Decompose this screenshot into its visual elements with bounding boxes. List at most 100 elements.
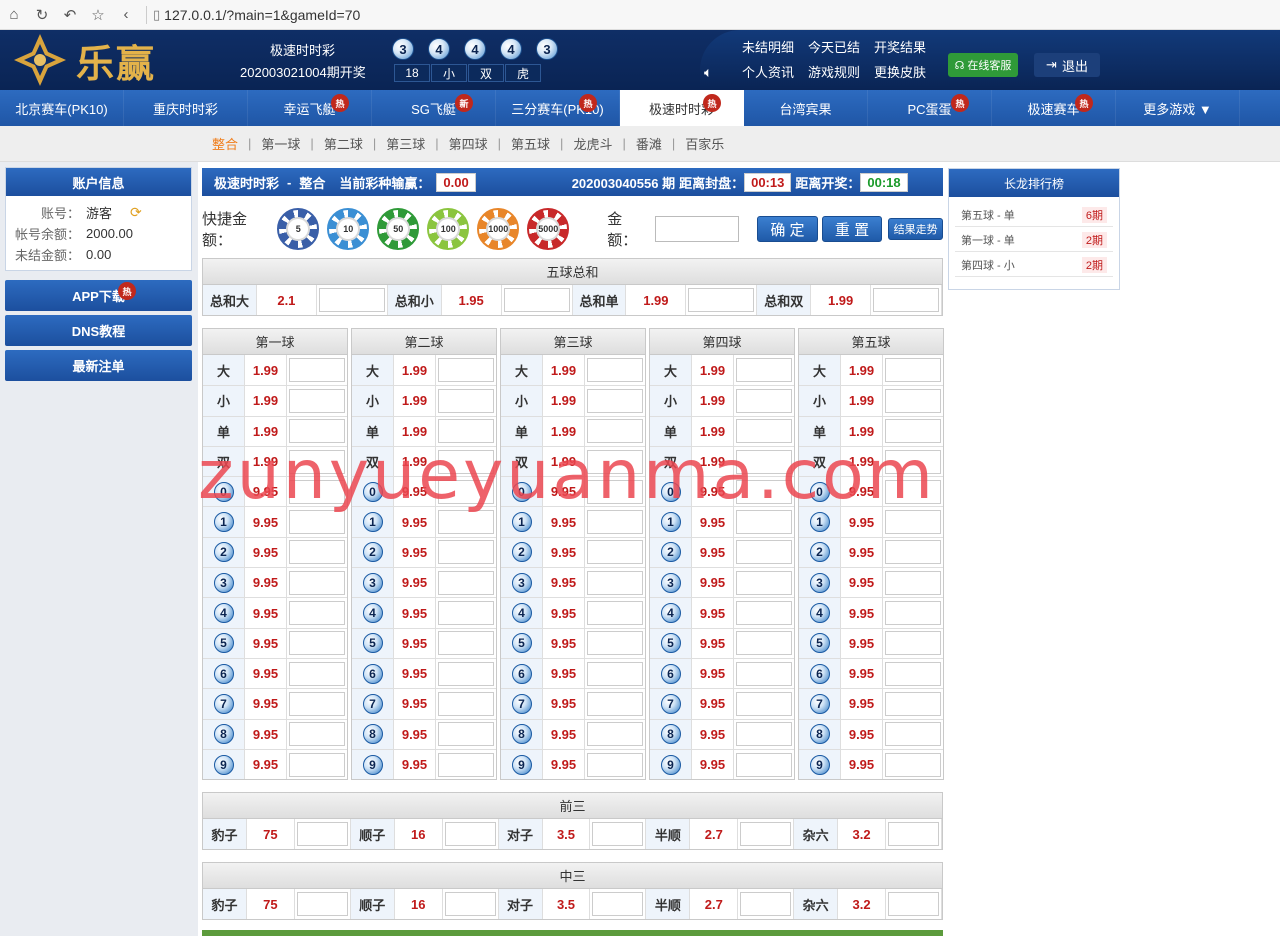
bet-amount-input[interactable] (587, 540, 643, 565)
bet-amount-input[interactable] (736, 570, 792, 595)
nav-item-1[interactable]: 重庆时时彩 (124, 90, 248, 126)
chip-10[interactable]: 10 (327, 208, 370, 250)
bet-amount-input[interactable] (587, 752, 643, 777)
bet-amount-input[interactable] (736, 691, 792, 716)
bet-amount-input[interactable] (888, 892, 939, 916)
customer-service-button[interactable]: ☊ 在线客服 (948, 53, 1018, 77)
bet-amount-input[interactable] (289, 449, 345, 474)
nav-item-9[interactable]: 更多游戏 ▼ (1116, 90, 1240, 126)
bet-amount-input[interactable] (444, 892, 496, 916)
bet-amount-input[interactable] (736, 419, 792, 444)
bet-amount-input[interactable] (587, 358, 643, 383)
subnav-item[interactable]: 第三球 (386, 134, 425, 153)
bet-amount-input[interactable] (587, 722, 643, 747)
bet-amount-input[interactable] (885, 388, 941, 413)
bet-amount-input[interactable] (438, 752, 494, 777)
bet-amount-input[interactable] (888, 822, 939, 846)
bet-amount-input[interactable] (592, 892, 644, 916)
bet-amount-input[interactable] (289, 388, 345, 413)
logo[interactable]: 乐赢 (8, 32, 188, 88)
bet-amount-input[interactable] (438, 540, 494, 565)
trend-button[interactable]: 结果走势 (888, 218, 943, 240)
bet-amount-input[interactable] (587, 691, 643, 716)
bet-amount-input[interactable] (289, 691, 345, 716)
bet-amount-input[interactable] (885, 419, 941, 444)
bet-amount-input[interactable] (885, 358, 941, 383)
chip-100[interactable]: 100 (427, 208, 470, 250)
link-profile[interactable]: 个人资讯 (742, 62, 794, 81)
speaker-icon[interactable]: 🔈︎ (704, 64, 712, 81)
nav-item-2[interactable]: 幸运飞艇热 (248, 90, 372, 126)
subnav-item[interactable]: 第四球 (449, 134, 488, 153)
star-icon[interactable]: ☆ (84, 6, 112, 24)
bet-amount-input[interactable] (289, 419, 345, 444)
bet-amount-input[interactable] (438, 388, 494, 413)
bet-amount-input[interactable] (289, 722, 345, 747)
nav-item-4[interactable]: 三分赛车(PK10) 热 (496, 90, 620, 126)
link-results[interactable]: 开奖结果 (874, 37, 926, 56)
link-settled-today[interactable]: 今天已结 (808, 37, 860, 56)
bet-amount-input[interactable] (885, 752, 941, 777)
undo-icon[interactable]: ↶ (56, 6, 84, 24)
bet-amount-input[interactable] (885, 661, 941, 686)
app-download-button[interactable]: APP下载 热 (5, 280, 192, 311)
bet-amount-input[interactable] (438, 510, 494, 535)
bet-amount-input[interactable] (587, 510, 643, 535)
logout-button[interactable]: ⇥ 退出 (1034, 53, 1100, 77)
bet-amount-input[interactable] (289, 510, 345, 535)
latest-bets-button[interactable]: 最新注单 (5, 350, 192, 381)
bet-amount-input[interactable] (885, 570, 941, 595)
bet-amount-input[interactable] (438, 570, 494, 595)
nav-item-6[interactable]: 台湾宾果 (744, 90, 868, 126)
subnav-item[interactable]: 第一球 (261, 134, 300, 153)
bet-amount-input[interactable] (289, 631, 345, 656)
link-skin[interactable]: 更换皮肤 (874, 62, 926, 81)
nav-item-5[interactable]: 极速时时彩热 (620, 90, 744, 126)
bet-amount-input[interactable] (736, 752, 792, 777)
bet-amount-input[interactable] (438, 479, 494, 504)
bet-amount-input[interactable] (736, 631, 792, 656)
amount-input[interactable] (655, 216, 740, 242)
bet-amount-input[interactable] (289, 661, 345, 686)
chip-50[interactable]: 50 (377, 208, 420, 250)
nav-item-8[interactable]: 极速赛车热 (992, 90, 1116, 126)
back-icon[interactable]: ‹ (112, 6, 140, 23)
bet-amount-input[interactable] (587, 631, 643, 656)
bet-amount-input[interactable] (885, 691, 941, 716)
bet-amount-input[interactable] (736, 358, 792, 383)
subnav-item[interactable]: 番滩 (636, 134, 662, 153)
subnav-item[interactable]: 整合 (212, 134, 238, 153)
bet-amount-input[interactable] (885, 479, 941, 504)
nav-item-7[interactable]: PC蛋蛋热 (868, 90, 992, 126)
bet-amount-input[interactable] (438, 449, 494, 474)
bet-amount-input[interactable] (503, 288, 570, 312)
bet-amount-input[interactable] (736, 510, 792, 535)
dns-tutorial-button[interactable]: DNS教程 (5, 315, 192, 346)
chip-1000[interactable]: 1000 (477, 208, 520, 250)
subnav-item[interactable]: 龙虎斗 (573, 134, 612, 153)
bet-amount-input[interactable] (592, 822, 644, 846)
refresh-icon[interactable]: ↻ (28, 6, 56, 24)
bet-amount-input[interactable] (587, 570, 643, 595)
refresh-icon[interactable]: ⟳ (130, 204, 142, 221)
bet-amount-input[interactable] (438, 358, 494, 383)
bet-amount-input[interactable] (587, 449, 643, 474)
bet-amount-input[interactable] (736, 449, 792, 474)
bet-amount-input[interactable] (740, 822, 792, 846)
bet-amount-input[interactable] (438, 722, 494, 747)
bet-amount-input[interactable] (289, 358, 345, 383)
bet-amount-input[interactable] (296, 822, 348, 846)
nav-item-3[interactable]: SG飞艇新 (372, 90, 496, 126)
bet-amount-input[interactable] (289, 540, 345, 565)
bet-amount-input[interactable] (438, 601, 494, 626)
bet-amount-input[interactable] (736, 479, 792, 504)
bet-amount-input[interactable] (587, 661, 643, 686)
link-rules[interactable]: 游戏规则 (808, 62, 860, 81)
bet-amount-input[interactable] (587, 601, 643, 626)
bet-amount-input[interactable] (885, 722, 941, 747)
link-unsettled[interactable]: 未结明细 (742, 37, 794, 56)
bet-amount-input[interactable] (318, 288, 385, 312)
bet-amount-input[interactable] (885, 601, 941, 626)
bet-amount-input[interactable] (736, 661, 792, 686)
bet-amount-input[interactable] (885, 510, 941, 535)
